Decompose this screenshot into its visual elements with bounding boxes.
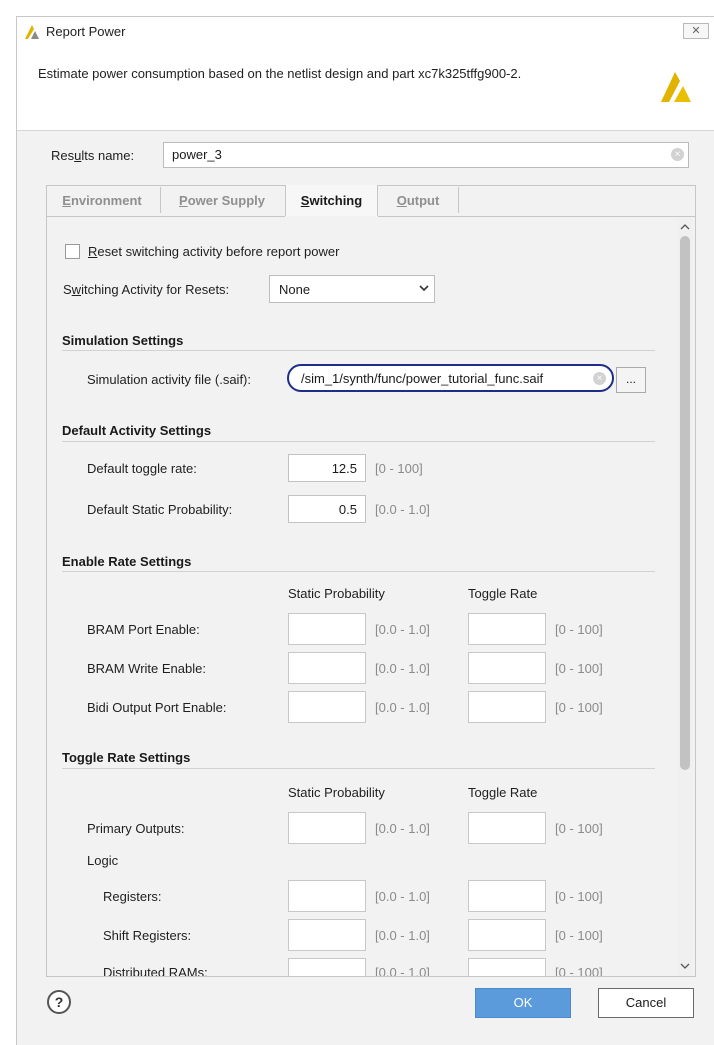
distributed-rams-static-input[interactable]	[288, 958, 366, 976]
shift-registers-static-input[interactable]	[288, 919, 366, 951]
dialog-header: Estimate power consumption based on the …	[17, 45, 714, 131]
default-toggle-input[interactable]: 12.5	[288, 454, 366, 482]
registers-toggle-input[interactable]	[468, 880, 546, 912]
results-name-input[interactable]: power_3	[163, 142, 689, 168]
close-icon: ✕	[691, 25, 701, 37]
chevron-down-icon	[419, 285, 429, 292]
saif-file-value: /sim_1/synth/func/power_tutorial_func.sa…	[301, 371, 544, 386]
bidi-output-toggle-range: [0 - 100]	[555, 700, 603, 715]
section-divider	[62, 768, 655, 769]
report-power-dialog: Report Power ✕ Estimate power consumptio…	[16, 16, 714, 1045]
bram-port-static-range: [0.0 - 1.0]	[375, 622, 430, 637]
bram-write-enable-label: BRAM Write Enable:	[87, 661, 206, 676]
distributed-rams-static-range: [0.0 - 1.0]	[375, 965, 430, 976]
results-name-label: Results name:	[51, 148, 135, 163]
registers-toggle-range: [0 - 100]	[555, 889, 603, 904]
bidi-output-toggle-input[interactable]	[468, 691, 546, 723]
enable-col-static: Static Probability	[288, 586, 385, 601]
saif-file-label: Simulation activity file (.saif):	[87, 372, 251, 387]
saif-file-input[interactable]: /sim_1/synth/func/power_tutorial_func.sa…	[287, 364, 614, 392]
default-static-input[interactable]: 0.5	[288, 495, 366, 523]
clear-icon[interactable]: ×	[671, 148, 684, 161]
registers-static-range: [0.0 - 1.0]	[375, 889, 430, 904]
scroll-thumb[interactable]	[680, 236, 690, 770]
reset-switching-label[interactable]: Reset switching activity before report p…	[88, 244, 339, 259]
switching-resets-select[interactable]: None	[269, 275, 435, 303]
results-name-value: power_3	[172, 147, 222, 162]
reset-switching-checkbox[interactable]	[65, 244, 80, 259]
tab-underline	[378, 216, 696, 217]
tab-switching[interactable]: Switching	[285, 185, 378, 216]
tab-underline	[47, 216, 285, 217]
bidi-output-enable-label: Bidi Output Port Enable:	[87, 700, 227, 715]
primary-outputs-toggle-range: [0 - 100]	[555, 821, 603, 836]
browse-button[interactable]: ...	[616, 367, 646, 393]
default-static-label: Default Static Probability:	[87, 502, 233, 517]
toggle-col-static: Static Probability	[288, 785, 385, 800]
distributed-rams-toggle-input[interactable]	[468, 958, 546, 976]
default-static-range: [0.0 - 1.0]	[375, 502, 430, 517]
window-title: Report Power	[46, 24, 126, 39]
clipped-row-container: Distributed RAMs: [0.0 - 1.0] [0 - 100]	[47, 957, 677, 976]
scroll-down-icon[interactable]	[680, 961, 690, 971]
primary-outputs-toggle-input[interactable]	[468, 812, 546, 844]
registers-label: Registers:	[103, 889, 162, 904]
switching-resets-value: None	[279, 282, 311, 297]
vertical-scrollbar[interactable]	[677, 218, 693, 976]
section-divider	[62, 350, 655, 351]
ok-button[interactable]: OK	[475, 988, 571, 1018]
shift-registers-toggle-input[interactable]	[468, 919, 546, 951]
bidi-output-static-range: [0.0 - 1.0]	[375, 700, 430, 715]
logic-label: Logic	[87, 853, 119, 868]
bram-port-toggle-range: [0 - 100]	[555, 622, 603, 637]
shift-registers-static-range: [0.0 - 1.0]	[375, 928, 430, 943]
bram-port-enable-label: BRAM Port Enable:	[87, 622, 200, 637]
close-button[interactable]: ✕	[683, 23, 709, 39]
bram-port-static-input[interactable]	[288, 613, 366, 645]
primary-outputs-static-range: [0.0 - 1.0]	[375, 821, 430, 836]
help-icon[interactable]: ?	[47, 990, 71, 1014]
tab-separator	[458, 187, 459, 213]
default-activity-heading: Default Activity Settings	[62, 423, 212, 438]
clear-icon[interactable]: ×	[593, 372, 606, 385]
registers-static-input[interactable]	[288, 880, 366, 912]
shift-registers-toggle-range: [0 - 100]	[555, 928, 603, 943]
dialog-description: Estimate power consumption based on the …	[38, 66, 522, 81]
shift-registers-label: Shift Registers:	[103, 928, 192, 943]
tab-power-supply[interactable]: Power Supply	[161, 185, 283, 216]
default-toggle-label: Default toggle rate:	[87, 461, 197, 476]
switching-resets-label: Switching Activity for Resets:	[63, 282, 230, 297]
simulation-settings-heading: Simulation Settings	[62, 333, 184, 348]
bram-write-toggle-input[interactable]	[468, 652, 546, 684]
enable-rate-heading: Enable Rate Settings	[62, 554, 192, 569]
title-bar: Report Power ✕	[17, 17, 714, 45]
distributed-rams-toggle-range: [0 - 100]	[555, 965, 603, 976]
default-toggle-range: [0 - 100]	[375, 461, 423, 476]
tab-output[interactable]: Output	[379, 185, 457, 216]
bram-port-toggle-input[interactable]	[468, 613, 546, 645]
xilinx-logo-icon	[661, 72, 691, 102]
toggle-col-toggle: Toggle Rate	[468, 785, 538, 800]
toggle-rate-heading: Toggle Rate Settings	[62, 750, 191, 765]
xilinx-logo-icon	[25, 25, 39, 39]
primary-outputs-label: Primary Outputs:	[87, 821, 185, 836]
bram-write-static-range: [0.0 - 1.0]	[375, 661, 430, 676]
distributed-rams-label: Distributed RAMs:	[103, 965, 208, 976]
tab-panel	[46, 185, 696, 977]
tab-environment[interactable]: Environment	[47, 185, 157, 216]
bram-write-static-input[interactable]	[288, 652, 366, 684]
scroll-up-icon[interactable]	[680, 222, 690, 232]
cancel-button[interactable]: Cancel	[598, 988, 694, 1018]
section-divider	[62, 571, 655, 572]
section-divider	[62, 441, 655, 442]
bram-write-toggle-range: [0 - 100]	[555, 661, 603, 676]
primary-outputs-static-input[interactable]	[288, 812, 366, 844]
bidi-output-static-input[interactable]	[288, 691, 366, 723]
enable-col-toggle: Toggle Rate	[468, 586, 538, 601]
